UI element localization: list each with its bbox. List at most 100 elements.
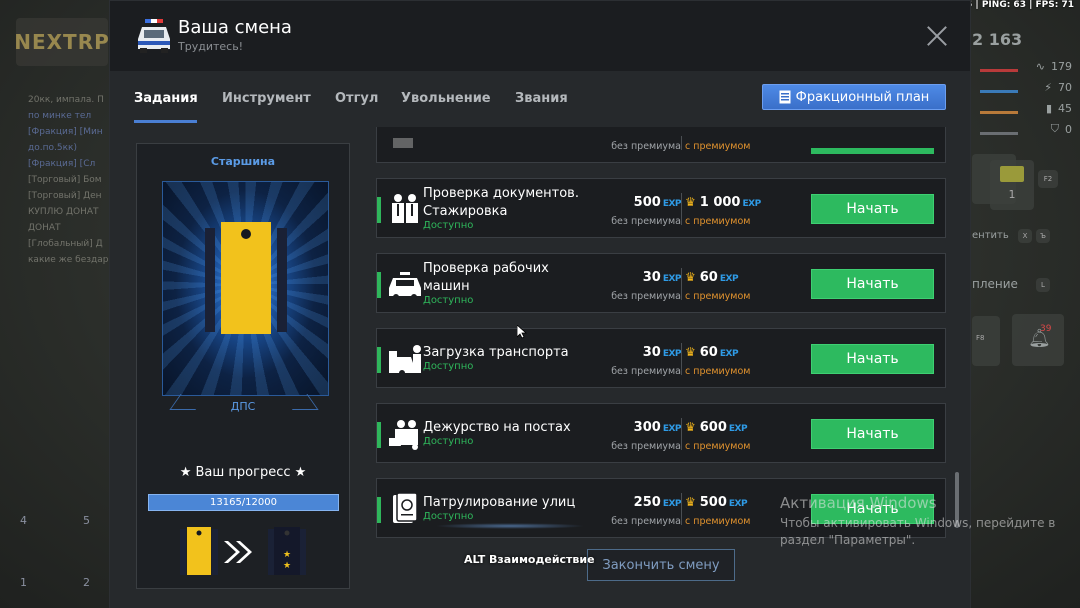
hotbar-slot-number: 1 xyxy=(20,576,27,589)
tow-truck-icon xyxy=(389,345,421,376)
drink-icon: ▮ xyxy=(1045,101,1052,115)
chat-line: какие же бездар xyxy=(28,255,109,265)
tab-day-off[interactable]: Отгул xyxy=(335,91,378,106)
reward-free: 500 EXP xyxy=(633,195,682,210)
end-shift-button[interactable]: Закончить смену xyxy=(587,549,735,581)
hotbar-slot-number: 4 xyxy=(20,514,27,527)
police-car-icon xyxy=(138,19,170,53)
task-reward: 250 EXP без премиума ♛ 500 EXP с премиумом xyxy=(611,493,751,527)
notification-count: 39 xyxy=(1040,324,1052,334)
chat-log: 20кк, импала. П по минке тел [Фракция] [… xyxy=(28,92,110,268)
server-logo: NEXTRP xyxy=(14,18,109,66)
task-reward: 500 EXP без премиума ♛ 1 000 EXP с премиумо… xyxy=(611,193,761,227)
tab-ranks[interactable]: Звания xyxy=(515,91,568,106)
mode-label: ентить xyxy=(972,230,1009,241)
task-title: Проверка рабочих машин xyxy=(423,261,549,294)
rank-up-preview: ★ ★ xyxy=(180,527,306,575)
shoulder-board-icon xyxy=(205,222,287,334)
next-rank-icon: ★ ★ xyxy=(268,527,306,575)
start-button[interactable] xyxy=(811,148,934,154)
task-row: Загрузка транспорта Доступно 30 EXP без п… xyxy=(376,328,946,388)
cash-icon xyxy=(1000,166,1024,182)
task-reward: 30 EXP без премиума ♛ 60 EXP с премиумом xyxy=(611,268,751,302)
progress-title: ★ Ваш прогресс ★ xyxy=(179,465,307,480)
reward-premium: ♛ 600 EXP xyxy=(685,420,748,435)
close-icon[interactable] xyxy=(924,23,950,49)
chat-line: до.по.5кк) xyxy=(28,143,77,153)
health-stat: ∿ 179 xyxy=(980,58,1072,74)
hotbar-slot-number: 2 xyxy=(83,576,90,589)
key-hint: F2 xyxy=(1038,170,1058,188)
faction-plan-label: Фракционный план xyxy=(795,89,930,105)
reward-premium: ♛ 500 EXP xyxy=(685,495,748,510)
start-button[interactable]: Начать xyxy=(811,194,934,224)
current-rank-icon xyxy=(180,527,218,575)
passport-icon xyxy=(393,492,418,523)
available-marker xyxy=(377,422,381,448)
task-title: Проверка документов. Стажировка xyxy=(423,186,579,219)
shield-icon: ⛉ xyxy=(1050,122,1059,135)
run-icon: ⚡ xyxy=(1044,80,1052,94)
task-list[interactable]: без премиума с премиумом Проверка докуме… xyxy=(376,127,946,557)
money-display: 2 163 xyxy=(972,30,1023,49)
alt-interaction-hint: ALT Взаимодействие xyxy=(464,553,595,566)
available-marker xyxy=(377,197,381,223)
chat-line: ДОНАТ xyxy=(28,223,61,233)
armor-stat: ⚡ 70 xyxy=(980,79,1072,95)
hunger-stat: ▮ 45 xyxy=(980,100,1072,116)
chat-line: [Фракция] [Сл xyxy=(28,159,96,169)
window-title: Ваша смена xyxy=(178,17,292,38)
document-icon xyxy=(779,90,791,104)
chat-line: [Торговый] Ден xyxy=(28,191,102,201)
tab-tools[interactable]: Инструмент xyxy=(222,91,311,106)
available-marker xyxy=(377,497,381,523)
tab-dismissal[interactable]: Увольнение xyxy=(401,91,491,106)
reward-free: 250 EXP xyxy=(633,495,682,510)
key-hint: Ъ xyxy=(1036,229,1050,243)
faction-plan-button[interactable]: Фракционный план xyxy=(762,84,946,110)
reward-premium: ♛ 60 EXP xyxy=(685,270,739,285)
reward-free: 30 EXP xyxy=(642,345,682,360)
chat-line: [Глобальный] Д xyxy=(28,239,103,249)
hotbar-slot-number: 5 xyxy=(83,514,90,527)
task-status: Доступно xyxy=(423,511,474,522)
task-status: Доступно xyxy=(423,361,474,372)
tab-tasks[interactable]: Задания xyxy=(134,91,198,106)
task-row: без премиума с премиумом xyxy=(376,127,946,163)
task-row: Дежурство на постах Доступно 300 EXP без … xyxy=(376,403,946,463)
available-marker xyxy=(377,272,381,298)
shield-stat: ⛉ 0 xyxy=(980,121,1072,137)
crown-icon: ♛ xyxy=(685,195,696,209)
mouse-cursor-icon xyxy=(517,325,527,339)
hotkey-slot[interactable]: F8 xyxy=(972,316,1000,366)
officers-icon xyxy=(392,194,418,223)
notifications-button[interactable]: 🔔︎ 39 xyxy=(1012,314,1064,366)
key-hint: X xyxy=(1018,229,1032,243)
svg-text:★: ★ xyxy=(283,561,291,571)
task-reward: без премиума с премиумом xyxy=(577,127,802,154)
task-title: Загрузка транспорта xyxy=(423,345,569,360)
rank-unit: ДПС xyxy=(230,400,256,413)
watermark-text: Чтобы активировать Windows, перейдите в … xyxy=(780,516,1056,547)
start-button[interactable]: Начать xyxy=(811,419,934,449)
reward-premium: ♛ 1 000 EXP xyxy=(685,195,761,210)
task-reward: 300 EXP без премиума ♛ 600 EXP с премиумом xyxy=(611,418,751,452)
money-slot[interactable]: 1 xyxy=(990,160,1034,210)
svg-text:★: ★ xyxy=(283,550,291,560)
crown-icon: ♛ xyxy=(685,420,696,434)
chat-line: КУПЛЮ ДОНАТ xyxy=(28,207,99,217)
crown-icon: ♛ xyxy=(685,345,696,359)
start-button[interactable]: Начать xyxy=(811,269,934,299)
guards-icon xyxy=(389,420,418,450)
key-hint: L xyxy=(1036,278,1050,292)
rank-panel: Старшина ДПС ★ Ваш прогресс ★ 13165/1200… xyxy=(136,143,350,589)
double-chevron-icon xyxy=(224,541,252,563)
reward-free: 300 EXP xyxy=(633,420,682,435)
start-button[interactable]: Начать xyxy=(811,344,934,374)
mgmt-label: пление xyxy=(972,277,1018,291)
task-status: Доступно xyxy=(423,295,474,306)
task-title: Дежурство на постах xyxy=(423,420,571,435)
tab-bar: Задания Инструмент Отгул Увольнение Зван… xyxy=(110,71,970,127)
progress-text: 13165/12000 xyxy=(210,497,277,508)
pulse-icon: ∿ xyxy=(1035,59,1045,73)
